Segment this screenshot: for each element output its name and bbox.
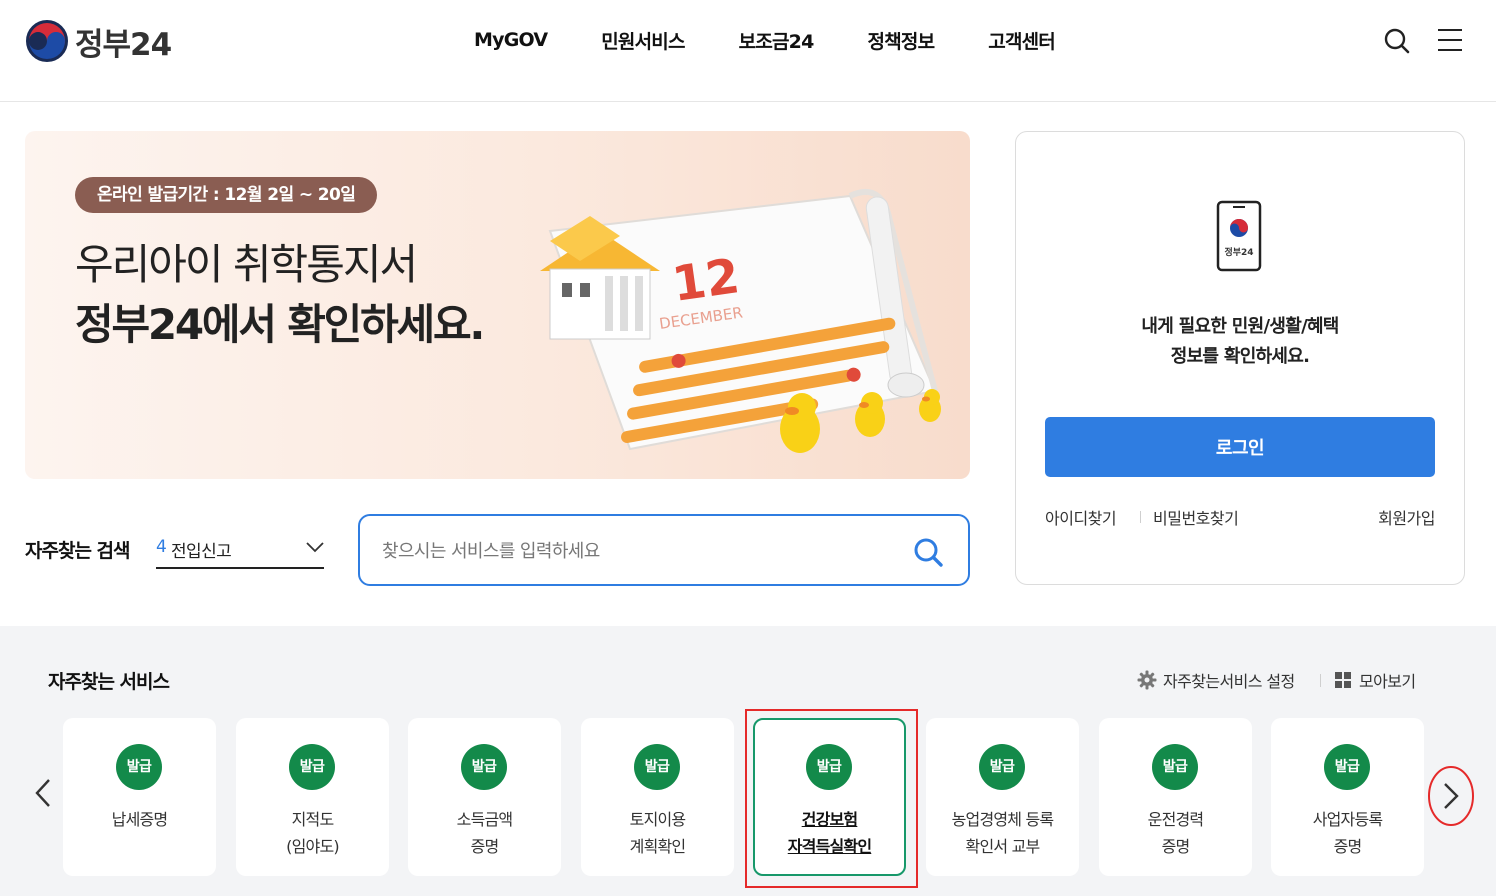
mobile-phone-icon: 정부24 — [1216, 200, 1262, 272]
hamburger-menu-icon[interactable] — [1438, 28, 1464, 52]
gear-icon — [1137, 670, 1157, 690]
service-card-name: 지적도 (임야도) — [286, 810, 339, 856]
logo-text: 정부24 — [75, 26, 172, 63]
issue-badge: 발급 — [634, 744, 680, 790]
service-card-name: 사업자등록 증명 — [1312, 810, 1383, 856]
gov24-logo[interactable]: 정부24 — [26, 20, 172, 63]
nav-mygov[interactable]: MyGOV — [474, 29, 548, 51]
frequent-search-rank: 4 — [156, 537, 167, 557]
login-button[interactable]: 로그인 — [1045, 417, 1435, 477]
service-card[interactable]: 발급지적도 (임야도) — [236, 718, 389, 876]
nav-customer-center[interactable]: 고객센터 — [988, 27, 1056, 54]
nav-civil-service[interactable]: 민원서비스 — [601, 27, 685, 54]
main-nav: MyGOV 민원서비스 보조금24 정책정보 고객센터 — [474, 24, 1056, 56]
frequent-search-label: 자주찾는 검색 — [25, 540, 130, 562]
service-card[interactable]: 발급운전경력 증명 — [1099, 718, 1252, 876]
issue-badge: 발급 — [461, 744, 507, 790]
issue-badge: 발급 — [116, 744, 162, 790]
site-header: 정부24 MyGOV 민원서비스 보조금24 정책정보 고객센터 — [0, 0, 1496, 102]
service-card[interactable]: 발급농업경영체 등록 확인서 교부 — [926, 718, 1079, 876]
issue-badge: 발급 — [1324, 744, 1370, 790]
service-search-input[interactable] — [382, 534, 902, 568]
issue-badge: 발급 — [289, 744, 335, 790]
search-submit-icon[interactable] — [912, 536, 944, 568]
login-panel: 정부24 내게 필요한 민원/생활/혜택 정보를 확인하세요. 로그인 아이디찾… — [1015, 131, 1465, 585]
find-id-link[interactable]: 아이디찾기 — [1045, 505, 1117, 529]
banner-period-pill: 온라인 발급기간 : 12월 2일 ~ 20일 — [75, 177, 378, 213]
frequent-search-dropdown[interactable]: 4 전입신고 — [156, 531, 324, 569]
link-divider — [1140, 511, 1141, 523]
banner-headline: 우리아이 취학통지서 — [75, 240, 418, 289]
frequent-services-section: 자주찾는 서비스 자주찾는서비스 설정 모아보기 발급 납세증명 발급 지적도 (임야… — [0, 626, 1496, 896]
issue-badge: 발급 — [1152, 744, 1198, 790]
frequent-services-title: 자주찾는 서비스 — [48, 671, 170, 693]
issue-badge: 발급 — [979, 744, 1025, 790]
service-card-name: 소득금액 증명 — [456, 810, 513, 856]
services-header-divider — [1320, 674, 1321, 687]
nav-subsidy24[interactable]: 보조금24 — [739, 27, 815, 54]
service-card-name: 납세증명 — [111, 810, 168, 829]
calendar-illustration: 12 DECEMBER — [540, 189, 941, 453]
banner-subheadline: 정부24에서 확인하세요. — [75, 300, 485, 349]
taegeuk-logo-icon — [26, 20, 68, 62]
svg-text:정부24: 정부24 — [1224, 246, 1253, 258]
find-password-link[interactable]: 비밀번호찾기 — [1153, 505, 1239, 529]
promo-banner[interactable]: 온라인 발급기간 : 12월 2일 ~ 20일 우리아이 취학통지서 정부24에… — [25, 131, 970, 479]
service-card-name: 운전경력 증명 — [1147, 810, 1204, 856]
service-card[interactable]: 발급사업자등록 증명 — [1271, 718, 1424, 876]
services-settings-link[interactable]: 자주찾는서비스 설정 — [1137, 668, 1295, 692]
carousel-prev-arrow-icon[interactable] — [30, 776, 56, 810]
carousel-next-arrow-icon[interactable] — [1427, 766, 1475, 826]
nav-policy-info[interactable]: 정책정보 — [868, 27, 936, 54]
login-message: 내게 필요한 민원/생활/혜택 정보를 확인하세요. — [1141, 316, 1339, 367]
frequent-search-value: 전입신고 — [171, 542, 232, 562]
account-links: 아이디찾기 비밀번호찾기 회원가입 — [1045, 503, 1435, 529]
service-card-name: 토지이용 계획확인 — [629, 810, 686, 856]
highlight-annotation-box — [745, 709, 918, 888]
service-card-name: 농업경영체 등록 확인서 교부 — [951, 810, 1055, 856]
service-search-box — [358, 514, 970, 586]
service-card[interactable]: 발급납세증명 — [63, 718, 216, 876]
search-icon[interactable] — [1383, 27, 1411, 55]
grid-icon — [1335, 672, 1351, 688]
signup-link[interactable]: 회원가입 — [1378, 505, 1435, 529]
calendar-day-number: 12 — [669, 248, 743, 313]
service-card[interactable]: 발급소득금액 증명 — [408, 718, 561, 876]
chevron-down-icon — [306, 542, 324, 553]
view-all-link[interactable]: 모아보기 — [1335, 668, 1416, 692]
service-card[interactable]: 발급토지이용 계획확인 — [581, 718, 734, 876]
